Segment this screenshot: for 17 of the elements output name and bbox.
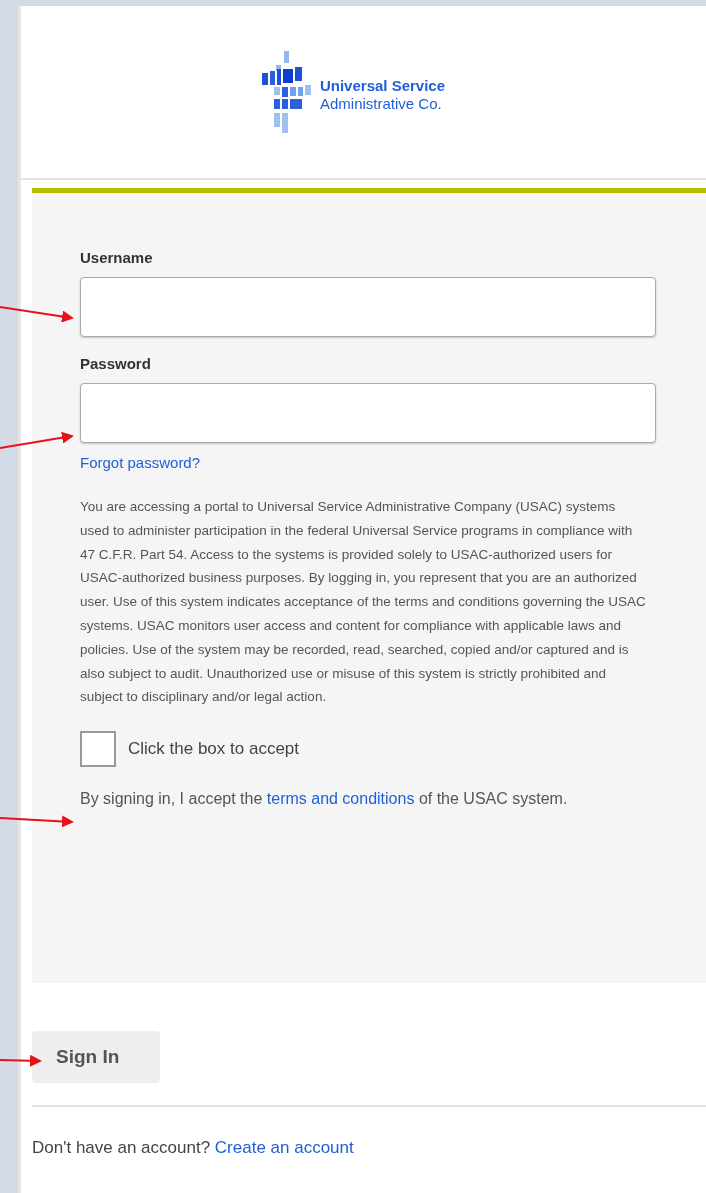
terms-link[interactable]: terms and conditions xyxy=(266,790,415,808)
accept-checkbox[interactable] xyxy=(80,731,116,768)
password-field[interactable] xyxy=(80,383,656,443)
create-account-link[interactable]: Create an account xyxy=(214,1138,354,1157)
disclaimer-text: You are accessing a portal to Universal Service Administrative Company (USAC) systems used to administer participation in the federal Universal Service programs in compliance with 47 C.F.R. Part 54. Access to the systems is provided solely to USAC-authorized users for USAC-authorized business purposes. By logging in, you represent that you are an authorized user. Use of this system indicates acceptance of the terms and conditions governing the USAC systems. USAC monitors user access and content for compliance with applicable laws and policies. Use of the system may be recorded, read, searched, copied and/or captured and is also subject to audit. Unauthorized use or misuse of this system is strictly prohibited and subject to disciplinary and/or legal action. xyxy=(80,498,647,707)
password-label: Password xyxy=(80,354,152,374)
forgot-password-link[interactable]: Forgot password? xyxy=(80,453,201,473)
accept-label: Click the box to accept xyxy=(128,738,300,761)
annotation-arrow xyxy=(0,1054,42,1067)
signup-prompt: Don't have an account? Create an account xyxy=(32,1137,355,1159)
username-field[interactable] xyxy=(80,277,656,337)
logo-subtitle: Administrative Co. xyxy=(319,95,443,113)
logo-icon xyxy=(261,51,312,133)
terms-text: By signing in, I accept the terms and conditions of the USAC system. xyxy=(80,789,569,810)
logo-title: Universal Service xyxy=(319,77,446,95)
sign-in-button[interactable]: Sign In xyxy=(32,1031,160,1083)
username-label: Username xyxy=(80,248,154,268)
